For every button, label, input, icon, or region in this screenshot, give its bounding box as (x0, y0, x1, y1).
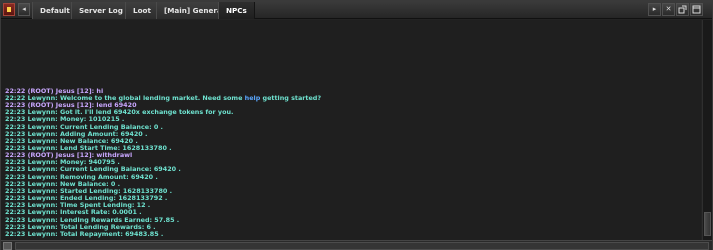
chat-scrollbar[interactable] (702, 20, 712, 240)
chat-help-link[interactable]: help (245, 94, 261, 102)
detach-icon (678, 5, 687, 14)
chat-channel-button[interactable] (3, 242, 12, 250)
chevron-right-icon: ▸ (652, 5, 657, 13)
scroll-tabs-right-button[interactable]: ▸ (648, 3, 661, 16)
tab-label: [Main] General (164, 6, 225, 15)
scrollbar-thumb[interactable] (704, 212, 711, 236)
close-icon: ✕ (665, 5, 672, 13)
chat-speaker[interactable]: Lewynn: (28, 230, 58, 238)
detach-tab-button[interactable] (676, 3, 689, 16)
tab-label: NPCs (226, 6, 247, 15)
chat-window: ◂ Default Server Log Loot [Main] General… (0, 0, 713, 250)
tab-label: Loot (133, 6, 151, 15)
chat-log[interactable]: 22:22 (ROOT) Jesus [12]: hi 22:22 Lewynn:… (1, 20, 701, 240)
chat-timestamp: 22:23 (5, 229, 26, 238)
tab-bar: ◂ Default Server Log Loot [Main] General… (1, 1, 712, 19)
chat-message: Total Repayment: 69483.85 . (57, 229, 164, 238)
tab-loot[interactable]: Loot (125, 2, 159, 19)
scroll-tabs-left-button[interactable]: ◂ (18, 3, 30, 16)
tab-label: Server Log (79, 6, 123, 15)
window-menu-button[interactable] (3, 3, 15, 16)
chevron-left-icon: ◂ (22, 5, 26, 13)
tab-label: Default (40, 6, 70, 15)
chat-lines: 22:22 (ROOT) Jesus [12]: hi 22:22 Lewynn:… (5, 87, 695, 238)
chat-line: 22:23 Lewynn: Total Repayment: 69483.85 … (5, 229, 695, 238)
chat-input[interactable] (15, 242, 709, 250)
close-tab-button[interactable]: ✕ (662, 3, 675, 16)
tab-server-log[interactable]: Server Log (71, 2, 131, 19)
chat-input-bar (1, 240, 712, 250)
chat-message-tail: getting started? (260, 93, 322, 102)
new-tab-button[interactable] (690, 3, 703, 16)
tab-window-icon (692, 5, 701, 14)
tab-npcs[interactable]: NPCs (218, 2, 255, 19)
